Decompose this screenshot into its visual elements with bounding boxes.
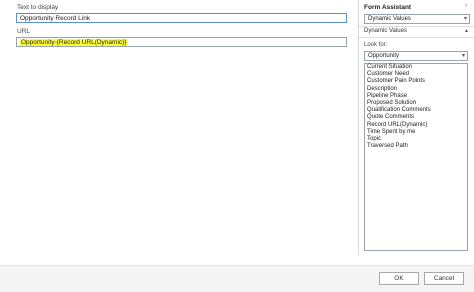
ok-button[interactable]: OK xyxy=(379,272,419,285)
url-label: URL xyxy=(17,28,31,35)
list-item[interactable]: Topic xyxy=(365,136,467,143)
list-item[interactable]: Proposed Solution xyxy=(365,100,467,107)
chevron-down-icon: ▾ xyxy=(461,53,465,59)
chevron-down-icon: ▾ xyxy=(463,16,467,22)
assistant-type-value: Dynamic Values xyxy=(368,16,411,22)
url-input[interactable]: Opportunity-{Record URL(Dynamic)} xyxy=(16,37,347,47)
divider xyxy=(359,26,474,27)
text-to-display-input[interactable]: Opportunity Record Link xyxy=(16,13,347,23)
list-item[interactable]: Customer Need xyxy=(365,71,467,78)
text-to-display-value: Opportunity Record Link xyxy=(20,15,91,22)
look-for-select[interactable]: Opportunity ▾ xyxy=(364,51,468,61)
list-item[interactable]: Quote Comments xyxy=(365,114,467,121)
list-item[interactable]: Record URL(Dynamic) xyxy=(365,122,467,129)
dynamic-values-list[interactable]: Current Situation Customer Need Customer… xyxy=(364,63,468,251)
form-assistant-title: Form Assistant xyxy=(364,4,412,11)
collapse-panel-icon[interactable]: › xyxy=(465,3,467,9)
list-item[interactable]: Time Spent by me xyxy=(365,129,467,136)
divider xyxy=(359,37,474,38)
list-item[interactable]: Customer Pain Points xyxy=(365,78,467,85)
text-to-display-label: Text to display xyxy=(17,4,59,11)
list-item[interactable]: Description xyxy=(365,86,467,93)
dynamic-values-header: Dynamic Values xyxy=(364,28,407,34)
collapse-section-icon[interactable]: ▴ xyxy=(465,27,468,34)
look-for-value: Opportunity xyxy=(368,53,400,59)
assistant-type-select[interactable]: Dynamic Values ▾ xyxy=(364,14,470,24)
list-item[interactable]: Current Situation xyxy=(365,64,467,71)
form-assistant-panel: Form Assistant › Dynamic Values ▾ Dynami… xyxy=(358,0,474,255)
cancel-button[interactable]: Cancel xyxy=(424,272,464,285)
list-item[interactable]: Pipeline Phase xyxy=(365,93,467,100)
look-for-label: Look for: xyxy=(364,42,388,48)
url-value: Opportunity-{Record URL(Dynamic)} xyxy=(20,39,128,46)
list-item[interactable]: Traversed Path xyxy=(365,143,467,150)
list-item[interactable]: Qualification Comments xyxy=(365,107,467,114)
